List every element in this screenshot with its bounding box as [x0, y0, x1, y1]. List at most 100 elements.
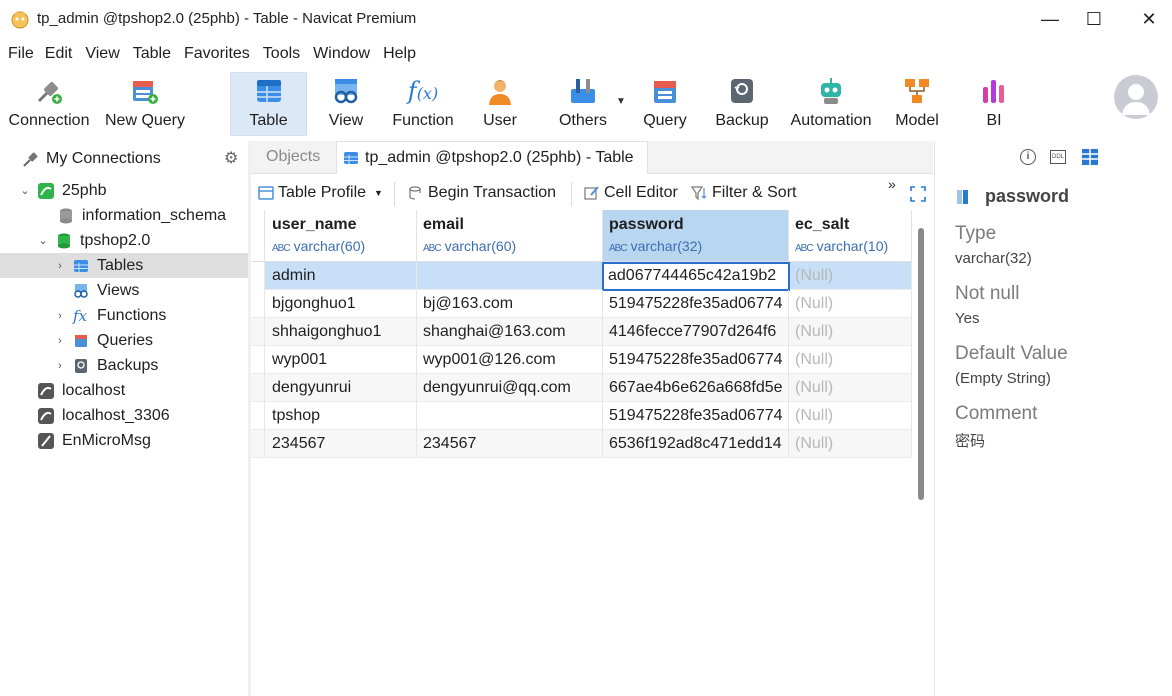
- close-button[interactable]: ✕: [1126, 0, 1172, 38]
- table-row[interactable]: 234567 234567 6536f192ad8c471edd14 (Null…: [251, 430, 912, 458]
- chevron-down-icon[interactable]: ⌄: [18, 184, 32, 197]
- cell-user-name[interactable]: tpshop: [265, 402, 417, 430]
- cell-password[interactable]: 519475228fe35ad06774: [603, 290, 789, 318]
- minimize-button[interactable]: —: [1027, 0, 1073, 38]
- tree-item-queries[interactable]: › Queries: [0, 328, 248, 353]
- view-button[interactable]: View: [316, 68, 376, 138]
- avatar[interactable]: [1114, 75, 1158, 119]
- tree-item-localhost-3306[interactable]: localhost_3306: [0, 403, 248, 428]
- tree-item-localhost[interactable]: localhost: [0, 378, 248, 403]
- maximize-button[interactable]: ☐: [1071, 0, 1117, 38]
- cell-email[interactable]: [417, 402, 603, 430]
- cell-email[interactable]: dengyunrui@qq.com: [417, 374, 603, 402]
- chevron-right-icon[interactable]: ›: [53, 335, 67, 347]
- cell-password-editing[interactable]: ad067744465c42a19b2: [602, 262, 790, 291]
- cell-user-name[interactable]: dengyunrui: [265, 374, 417, 402]
- cell-email[interactable]: 234567: [417, 430, 603, 458]
- chevron-right-icon[interactable]: ›: [53, 310, 67, 322]
- bi-button[interactable]: BI: [972, 68, 1016, 138]
- table-row[interactable]: dengyunrui dengyunrui@qq.com 667ae4b6e62…: [251, 374, 912, 402]
- cell-email[interactable]: shanghai@163.com: [417, 318, 603, 346]
- row-marker[interactable]: [251, 318, 265, 346]
- row-marker[interactable]: [251, 374, 265, 402]
- column-header-email[interactable]: email ABC varchar(60): [417, 210, 603, 262]
- chevron-right-icon[interactable]: ›: [53, 260, 67, 272]
- tree-item-tpshop[interactable]: ⌄ tpshop2.0: [0, 228, 248, 253]
- table-button[interactable]: Table: [230, 68, 307, 138]
- tree-item-enmicromsg[interactable]: EnMicroMsg: [0, 428, 248, 453]
- cell-user-name[interactable]: wyp001: [265, 346, 417, 374]
- connection-button[interactable]: Connection: [7, 68, 91, 138]
- menu-view[interactable]: View: [72, 40, 119, 68]
- tree-item-25phb[interactable]: ⌄ 25phb: [0, 178, 248, 203]
- filter-sort-button[interactable]: Filter & Sort: [690, 184, 796, 202]
- column-header-password[interactable]: password ABC varchar(32): [603, 210, 789, 262]
- function-button[interactable]: f(x) Function: [388, 68, 458, 138]
- cell-user-name[interactable]: shhaigonghuo1: [265, 318, 417, 346]
- backup-button[interactable]: Backup: [712, 68, 772, 138]
- tree-item-information-schema[interactable]: information_schema: [0, 203, 248, 228]
- menu-help[interactable]: Help: [370, 40, 416, 68]
- table-row[interactable]: shhaigonghuo1 shanghai@163.com 4146fecce…: [251, 318, 912, 346]
- query-button[interactable]: Query: [640, 68, 690, 138]
- cell-ec-salt[interactable]: (Null): [789, 374, 912, 402]
- dropdown-arrow-icon[interactable]: ▼: [374, 188, 383, 198]
- others-dropdown-icon[interactable]: ▼: [616, 96, 626, 107]
- cell-user-name[interactable]: 234567: [265, 430, 417, 458]
- vertical-scrollbar[interactable]: [918, 228, 924, 500]
- cell-password[interactable]: 519475228fe35ad06774: [603, 346, 789, 374]
- tab-objects[interactable]: Objects: [266, 148, 320, 166]
- ddl-icon[interactable]: DDL: [1050, 150, 1066, 164]
- menu-tools[interactable]: Tools: [250, 40, 300, 68]
- cell-password[interactable]: 667ae4b6e626a668fd5e: [603, 374, 789, 402]
- cell-password[interactable]: 519475228fe35ad06774: [603, 402, 789, 430]
- tree-item-backups[interactable]: › Backups: [0, 353, 248, 378]
- cell-user-name[interactable]: bjgonghuo1: [265, 290, 417, 318]
- tree-item-tables[interactable]: › Tables: [0, 253, 248, 278]
- cell-user-name[interactable]: admin: [265, 262, 417, 290]
- cell-ec-salt[interactable]: (Null): [789, 262, 912, 290]
- more-tools-button[interactable]: »: [888, 176, 896, 192]
- table-row[interactable]: bjgonghuo1 bj@163.com 519475228fe35ad067…: [251, 290, 912, 318]
- info-icon[interactable]: i: [1020, 149, 1036, 165]
- cell-ec-salt[interactable]: (Null): [789, 402, 912, 430]
- cell-editor-button[interactable]: Cell Editor: [584, 184, 678, 202]
- row-marker[interactable]: [251, 430, 265, 458]
- cell-email[interactable]: wyp001@126.com: [417, 346, 603, 374]
- cell-password[interactable]: 4146fecce77907d264f6: [603, 318, 789, 346]
- model-button[interactable]: Model: [892, 68, 942, 138]
- table-row[interactable]: wyp001 wyp001@126.com 519475228fe35ad067…: [251, 346, 912, 374]
- row-marker[interactable]: [251, 290, 265, 318]
- new-query-button[interactable]: New Query: [103, 68, 187, 138]
- column-header-user-name[interactable]: user_name ABC varchar(60): [265, 210, 417, 262]
- tree-item-functions[interactable]: › fx Functions: [0, 303, 248, 328]
- menu-favorites[interactable]: Favorites: [171, 40, 250, 68]
- column-header-ec-salt[interactable]: ec_salt ABC varchar(10): [789, 210, 912, 262]
- cell-email[interactable]: bj@163.com: [417, 290, 603, 318]
- table-row[interactable]: admin ad067744465c42a19b2 (Null): [251, 262, 912, 291]
- others-button[interactable]: Others: [552, 68, 614, 138]
- automation-button[interactable]: Automation: [786, 68, 876, 138]
- menu-file[interactable]: File: [0, 40, 34, 68]
- cell-password[interactable]: 6536f192ad8c471edd14: [603, 430, 789, 458]
- begin-transaction-button[interactable]: Begin Transaction: [408, 184, 556, 202]
- menu-edit[interactable]: Edit: [34, 40, 73, 68]
- table-profile-button[interactable]: Table Profile ▼: [258, 184, 383, 202]
- cell-email[interactable]: [417, 262, 603, 290]
- row-marker[interactable]: [251, 346, 265, 374]
- tab-table-active[interactable]: tp_admin @tpshop2.0 (25phb) - Table: [336, 141, 648, 174]
- expand-icon[interactable]: [910, 186, 926, 207]
- menu-table[interactable]: Table: [120, 40, 171, 68]
- grid-view-icon[interactable]: [1081, 148, 1099, 171]
- chevron-right-icon[interactable]: ›: [53, 360, 67, 372]
- cell-ec-salt[interactable]: (Null): [789, 346, 912, 374]
- chevron-down-icon[interactable]: ⌄: [36, 234, 50, 247]
- table-row[interactable]: tpshop 519475228fe35ad06774 (Null): [251, 402, 912, 430]
- row-marker[interactable]: [251, 402, 265, 430]
- user-button[interactable]: User: [476, 68, 524, 138]
- cell-ec-salt[interactable]: (Null): [789, 318, 912, 346]
- cell-ec-salt[interactable]: (Null): [789, 290, 912, 318]
- menu-window[interactable]: Window: [300, 40, 370, 68]
- row-marker[interactable]: [251, 262, 265, 290]
- tree-item-views[interactable]: Views: [0, 278, 248, 303]
